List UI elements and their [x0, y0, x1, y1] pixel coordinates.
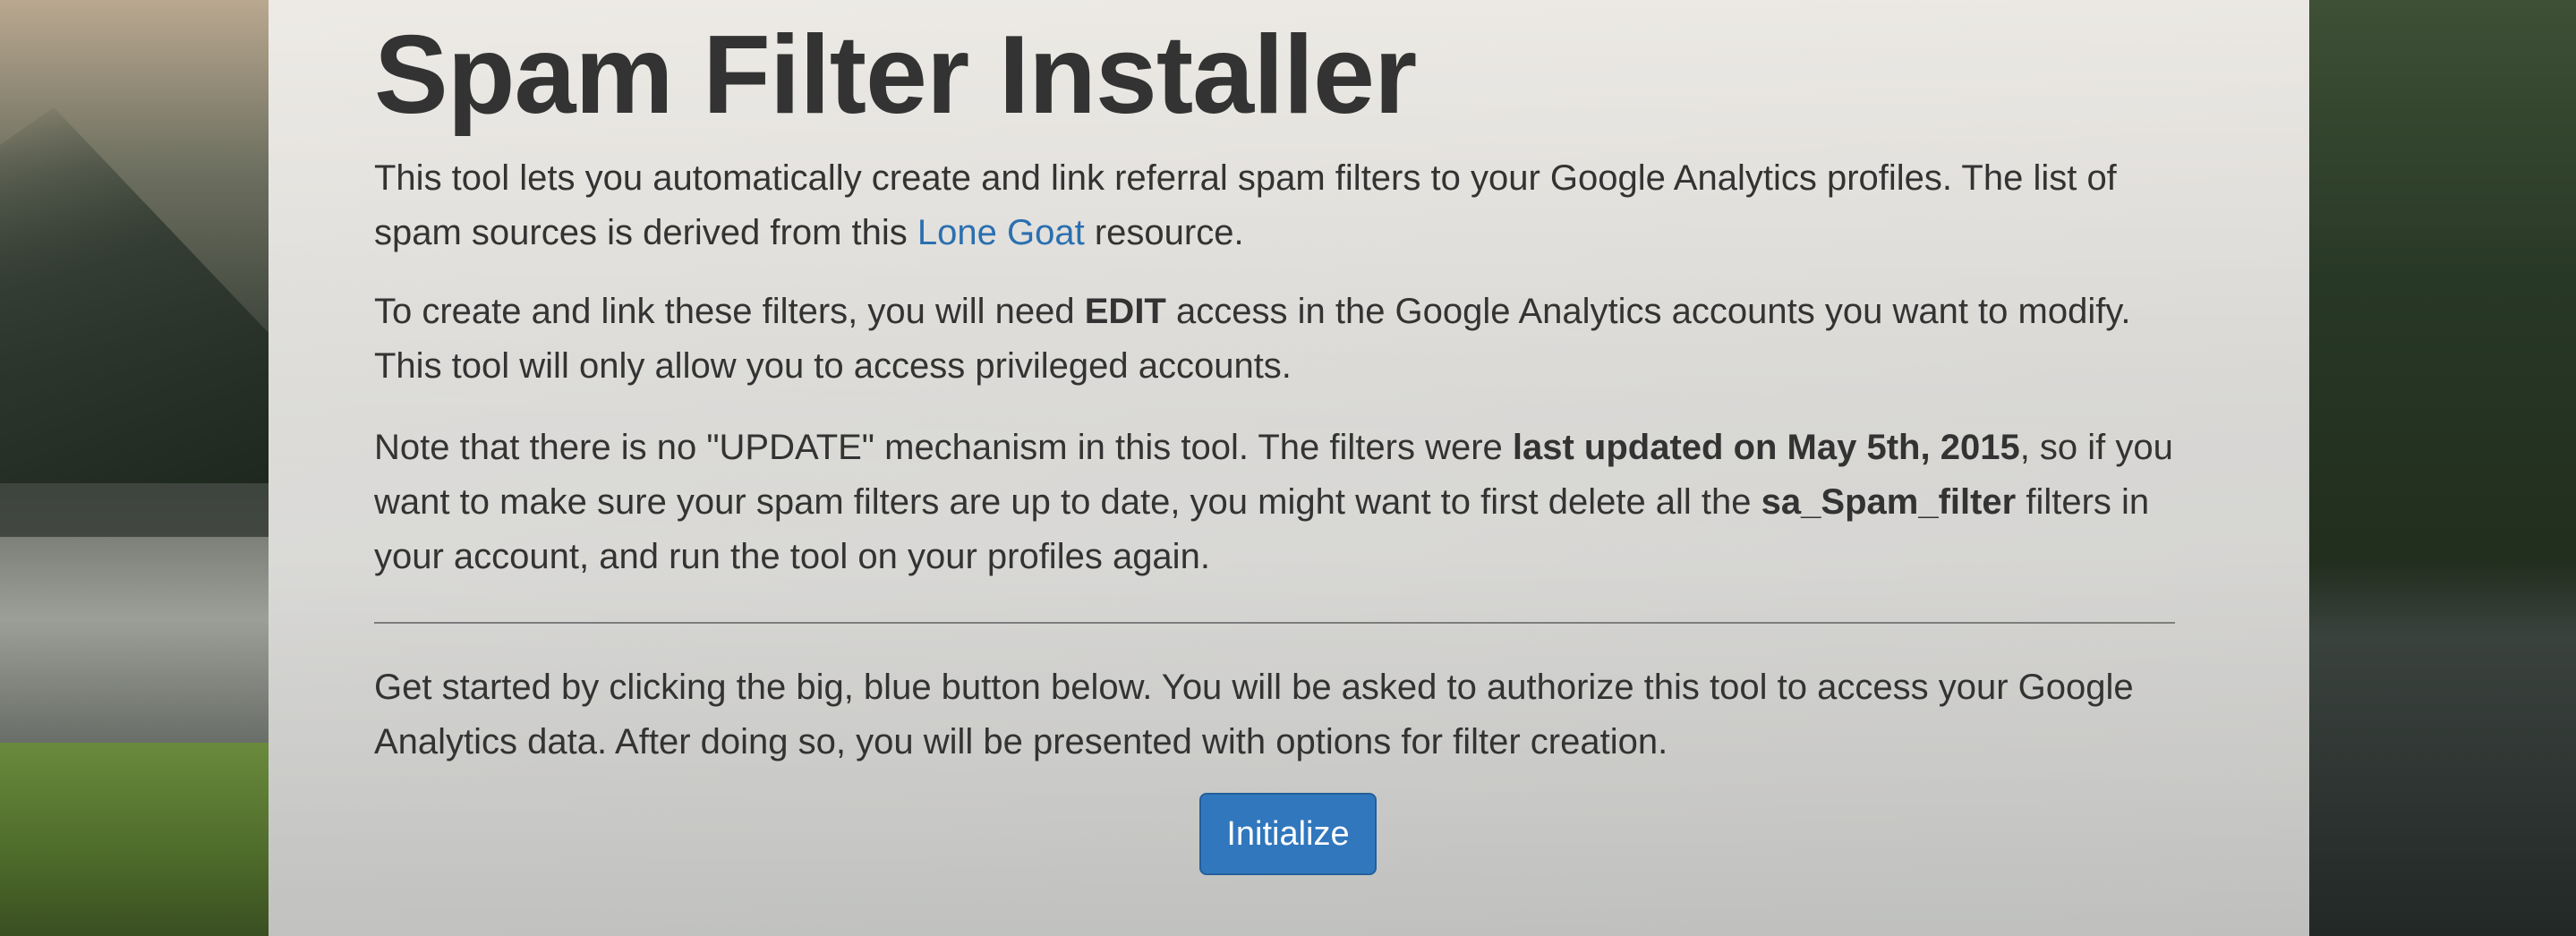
intro-text-end: resource. [1084, 213, 1244, 252]
getting-started-paragraph: Get started by clicking the big, blue bu… [374, 668, 2134, 762]
access-paragraph: To create and link these filters, you wi… [374, 285, 2200, 394]
access-text: To create and link these filters, you wi… [374, 292, 1085, 331]
intro-text: This tool lets you automatically create … [374, 158, 2117, 252]
lone-goat-link[interactable]: Lone Goat [917, 213, 1085, 252]
background-right-forest [2307, 0, 2576, 936]
update-note-paragraph: Note that there is no "UPDATE" mechanism… [374, 421, 2200, 584]
page-title: Spam Filter Installer [374, 13, 1417, 137]
initialize-button[interactable]: Initialize [1199, 793, 1377, 875]
background-lake [0, 537, 269, 743]
intro-paragraph: This tool lets you automatically create … [374, 151, 2200, 260]
section-divider [374, 622, 2175, 624]
filter-name-emphasis: sa_Spam_filter [1761, 482, 2017, 522]
last-updated-emphasis: last updated on May 5th, 2015 [1512, 428, 2020, 467]
update-note-text: Note that there is no "UPDATE" mechanism… [374, 428, 1513, 467]
background-grass [0, 743, 269, 936]
edit-emphasis: EDIT [1084, 292, 1166, 331]
